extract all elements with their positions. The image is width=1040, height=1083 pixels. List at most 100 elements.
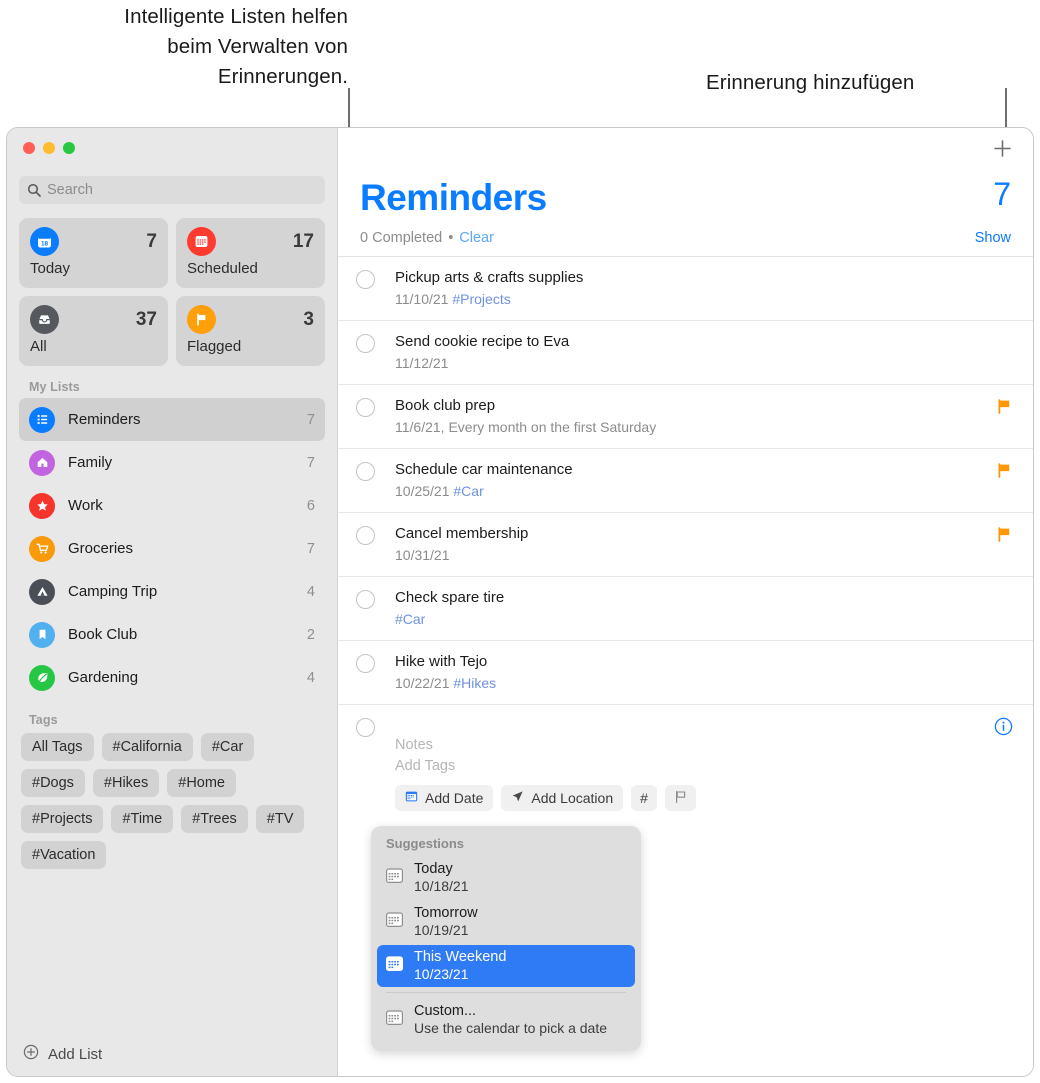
list-total-count: 7 (993, 176, 1011, 212)
reminder-title: Hike with Tejo (395, 653, 488, 670)
svg-text:18: 18 (41, 240, 49, 247)
clear-button[interactable]: Clear (459, 230, 494, 246)
tag-time[interactable]: #Time (111, 805, 174, 833)
smart-list-scheduled-count: 17 (292, 230, 314, 252)
smart-list-all-count: 37 (135, 308, 157, 330)
callout-add-reminder: Erinnerung hinzufügen (706, 71, 915, 94)
search-area (7, 170, 337, 204)
suggestions-divider (386, 992, 626, 993)
show-button[interactable]: Show (975, 230, 1011, 246)
table-row[interactable]: Hike with Tejo 10/22/21 #Hikes (338, 641, 1033, 705)
tag-tv[interactable]: #TV (255, 805, 305, 833)
sidebar-item-reminders[interactable]: Reminders 7 (19, 398, 325, 441)
table-row[interactable]: Book club prep 11/6/21, Every month on t… (338, 385, 1033, 449)
calendar-icon (385, 866, 404, 890)
house-icon (29, 449, 55, 476)
suggestion-label: Today (414, 861, 453, 877)
sidebar-item-reminders-count: 7 (306, 411, 315, 428)
smart-list-all[interactable]: 37 All (19, 296, 168, 366)
tag-all-tags[interactable]: All Tags (21, 733, 94, 761)
my-lists-header: My Lists (29, 380, 80, 394)
table-row[interactable]: Check spare tire #Car (338, 577, 1033, 641)
sidebar-item-work[interactable]: Work 6 (19, 484, 325, 527)
tag-vacation[interactable]: #Vacation (21, 841, 107, 869)
smart-list-flagged-label: Flagged (187, 338, 242, 355)
add-tag-button[interactable]: # (631, 785, 657, 811)
add-list-button[interactable]: Add List (7, 1032, 337, 1076)
calendar-icon (385, 910, 404, 934)
separator-dot: • (448, 230, 454, 246)
complete-circle-icon[interactable] (356, 718, 375, 737)
sidebar-item-family-label: Family (68, 454, 113, 471)
suggestion-date: 10/19/21 (414, 922, 469, 938)
minimize-button[interactable] (43, 142, 55, 154)
search-box[interactable] (19, 176, 325, 204)
search-input[interactable] (47, 182, 317, 198)
reminder-title: Cancel membership (395, 525, 529, 542)
add-tags-placeholder[interactable]: Add Tags (395, 756, 1011, 777)
close-button[interactable] (23, 142, 35, 154)
reminder-tag[interactable]: #Projects (452, 291, 510, 307)
suggestion-custom[interactable]: Custom... Use the calendar to pick a dat… (377, 999, 635, 1041)
tag-hikes[interactable]: #Hikes (92, 769, 160, 797)
notes-placeholder[interactable]: Notes (395, 735, 1011, 756)
reminder-tag[interactable]: #Car (395, 611, 425, 627)
reminder-date: 10/25/21 (395, 483, 450, 499)
tag-projects[interactable]: #Projects (21, 805, 104, 833)
table-row[interactable]: Cancel membership 10/31/21 (338, 513, 1033, 577)
tag-california[interactable]: #California (101, 733, 193, 761)
smart-list-scheduled[interactable]: 17 Scheduled (176, 218, 325, 288)
smart-list-flagged-count: 3 (303, 308, 314, 330)
suggestion-tomorrow[interactable]: Tomorrow 10/19/21 (377, 901, 635, 943)
sidebar-item-gardening[interactable]: Gardening 4 (19, 656, 325, 699)
cart-icon (29, 535, 55, 562)
complete-circle-icon[interactable] (356, 654, 375, 673)
sidebar-item-camping-trip[interactable]: Camping Trip 4 (19, 570, 325, 613)
reminder-title: Schedule car maintenance (395, 461, 573, 478)
smart-list-today-count: 7 (146, 230, 157, 252)
sidebar-item-family-count: 7 (306, 454, 315, 471)
info-circle-icon[interactable] (994, 717, 1013, 741)
complete-circle-icon[interactable] (356, 334, 375, 353)
reminder-title: Check spare tire (395, 589, 505, 606)
tag-trees[interactable]: #Trees (181, 805, 248, 833)
complete-circle-icon[interactable] (356, 462, 375, 481)
tag-dogs[interactable]: #Dogs (21, 769, 85, 797)
complete-circle-icon[interactable] (356, 398, 375, 417)
calendar-icon (385, 954, 404, 978)
add-location-button[interactable]: Add Location (501, 785, 624, 811)
tag-home[interactable]: #Home (167, 769, 236, 797)
new-reminder-title-input[interactable] (395, 716, 1011, 735)
suggestion-today[interactable]: Today 10/18/21 (377, 857, 635, 899)
sidebar-item-groceries[interactable]: Groceries 7 (19, 527, 325, 570)
smart-list-today[interactable]: 18 7 Today (19, 218, 168, 288)
reminder-title: Pickup arts & crafts supplies (395, 269, 584, 286)
table-row[interactable]: Send cookie recipe to Eva 11/12/21 (338, 321, 1033, 385)
search-icon (27, 183, 41, 197)
complete-circle-icon[interactable] (356, 270, 375, 289)
smart-list-today-label: Today (30, 260, 71, 277)
sidebar-item-book-club-label: Book Club (68, 626, 138, 643)
flag-icon[interactable] (997, 399, 1011, 419)
flag-icon[interactable] (997, 463, 1011, 483)
sidebar-item-family[interactable]: Family 7 (19, 441, 325, 484)
flag-toggle-button[interactable] (664, 785, 696, 811)
maximize-button[interactable] (63, 142, 75, 154)
suggestion-this-weekend[interactable]: This Weekend 10/23/21 (377, 945, 635, 987)
smart-list-flagged[interactable]: 3 Flagged (176, 296, 325, 366)
table-row[interactable]: Schedule car maintenance 10/25/21 #Car (338, 449, 1033, 513)
new-reminder-row[interactable]: Notes Add Tags Add Date Add Location # (338, 705, 1033, 825)
flag-icon (187, 305, 216, 334)
table-row[interactable]: Pickup arts & crafts supplies 11/10/21 #… (338, 257, 1033, 321)
complete-circle-icon[interactable] (356, 590, 375, 609)
complete-circle-icon[interactable] (356, 526, 375, 545)
reminder-tag[interactable]: #Car (453, 483, 483, 499)
sidebar-item-work-count: 6 (306, 497, 315, 514)
flag-icon[interactable] (997, 527, 1011, 547)
sidebar-item-book-club[interactable]: Book Club 2 (19, 613, 325, 656)
suggestion-date: 10/18/21 (414, 878, 469, 894)
add-date-button[interactable]: Add Date (395, 785, 494, 811)
reminder-tag[interactable]: #Hikes (453, 675, 496, 691)
tag-car[interactable]: #Car (200, 733, 255, 761)
leaf-icon (29, 664, 55, 691)
